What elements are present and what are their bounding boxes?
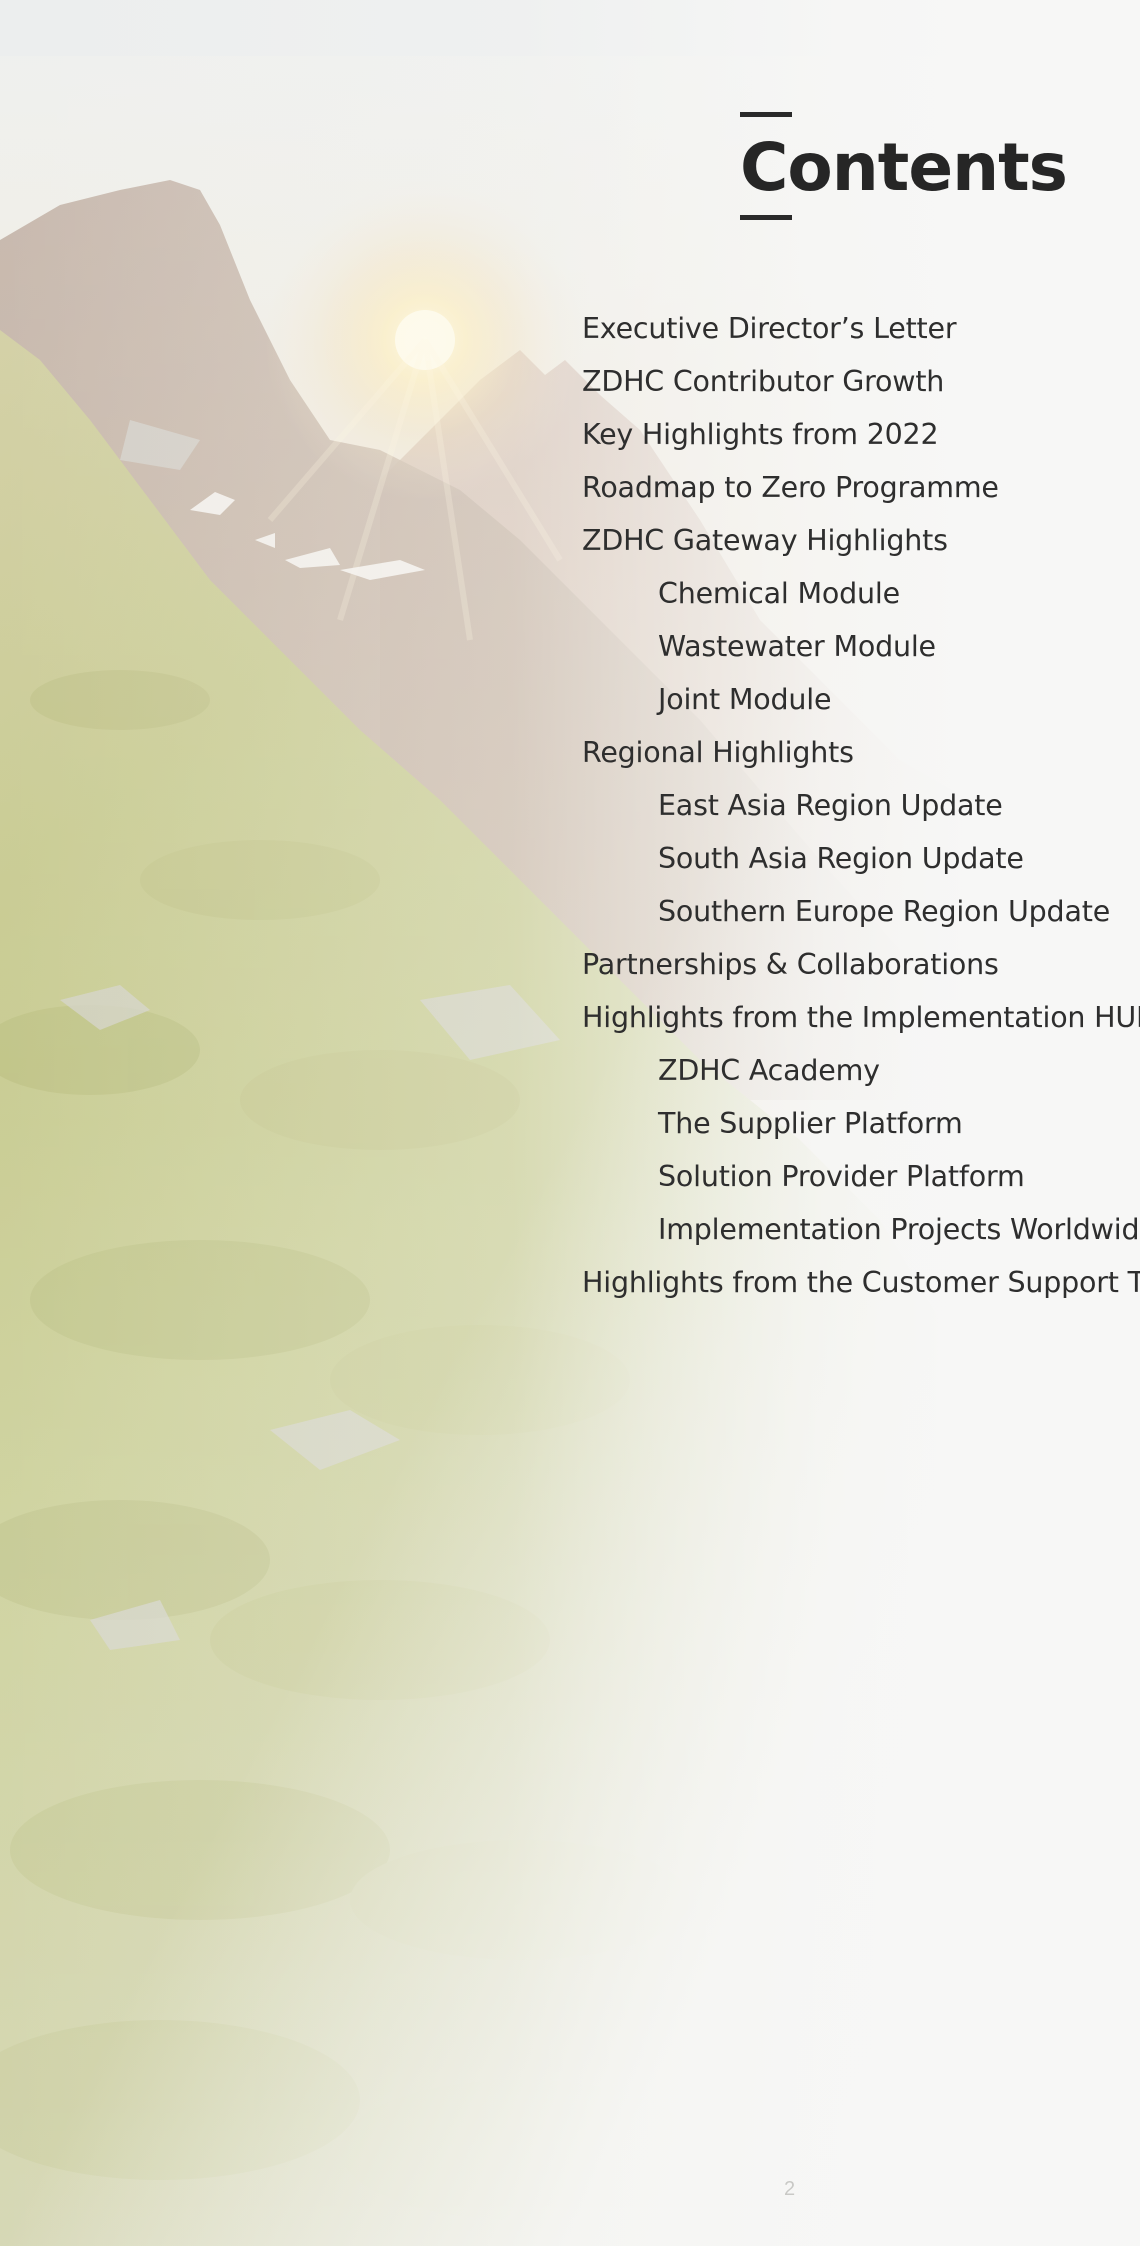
page-title: Contents [740, 129, 1068, 206]
toc-subitem[interactable]: The Supplier Platform [582, 1097, 1140, 1150]
toc-subitem[interactable]: East Asia Region Update [582, 779, 1140, 832]
toc-subitem[interactable]: Implementation Projects Worldwide [582, 1203, 1140, 1256]
toc-item[interactable]: Highlights from the Implementation HUB [582, 991, 1140, 1044]
toc-item[interactable]: Roadmap to Zero Programme [582, 461, 1140, 514]
toc-item[interactable]: ZDHC Contributor Growth [582, 355, 1140, 408]
toc-subitem[interactable]: Solution Provider Platform [582, 1150, 1140, 1203]
toc-item[interactable]: Partnerships & Collaborations [582, 938, 1140, 991]
toc-item[interactable]: Highlights from the Customer Support Tea… [582, 1256, 1140, 1309]
title-bottom-rule [740, 215, 792, 220]
toc-item[interactable]: Executive Director’s Letter [582, 302, 1140, 355]
toc-item[interactable]: Regional Highlights [582, 726, 1140, 779]
toc-subitem[interactable]: Wastewater Module [582, 620, 1140, 673]
contents-page: Contents Executive Director’s Letter ZDH… [0, 0, 1140, 2246]
toc-subitem[interactable]: ZDHC Academy [582, 1044, 1140, 1097]
toc-item[interactable]: ZDHC Gateway Highlights [582, 514, 1140, 567]
toc-subitem[interactable]: South Asia Region Update [582, 832, 1140, 885]
page-number: 2 [784, 2178, 796, 2200]
toc-subitem[interactable]: Southern Europe Region Update [582, 885, 1140, 938]
toc-item[interactable]: Key Highlights from 2022 [582, 408, 1140, 461]
contents-heading: Contents [740, 112, 1068, 220]
table-of-contents: Executive Director’s Letter ZDHC Contrib… [582, 302, 1140, 1309]
title-top-rule [740, 112, 792, 117]
toc-subitem[interactable]: Joint Module [582, 673, 1140, 726]
toc-subitem[interactable]: Chemical Module [582, 567, 1140, 620]
